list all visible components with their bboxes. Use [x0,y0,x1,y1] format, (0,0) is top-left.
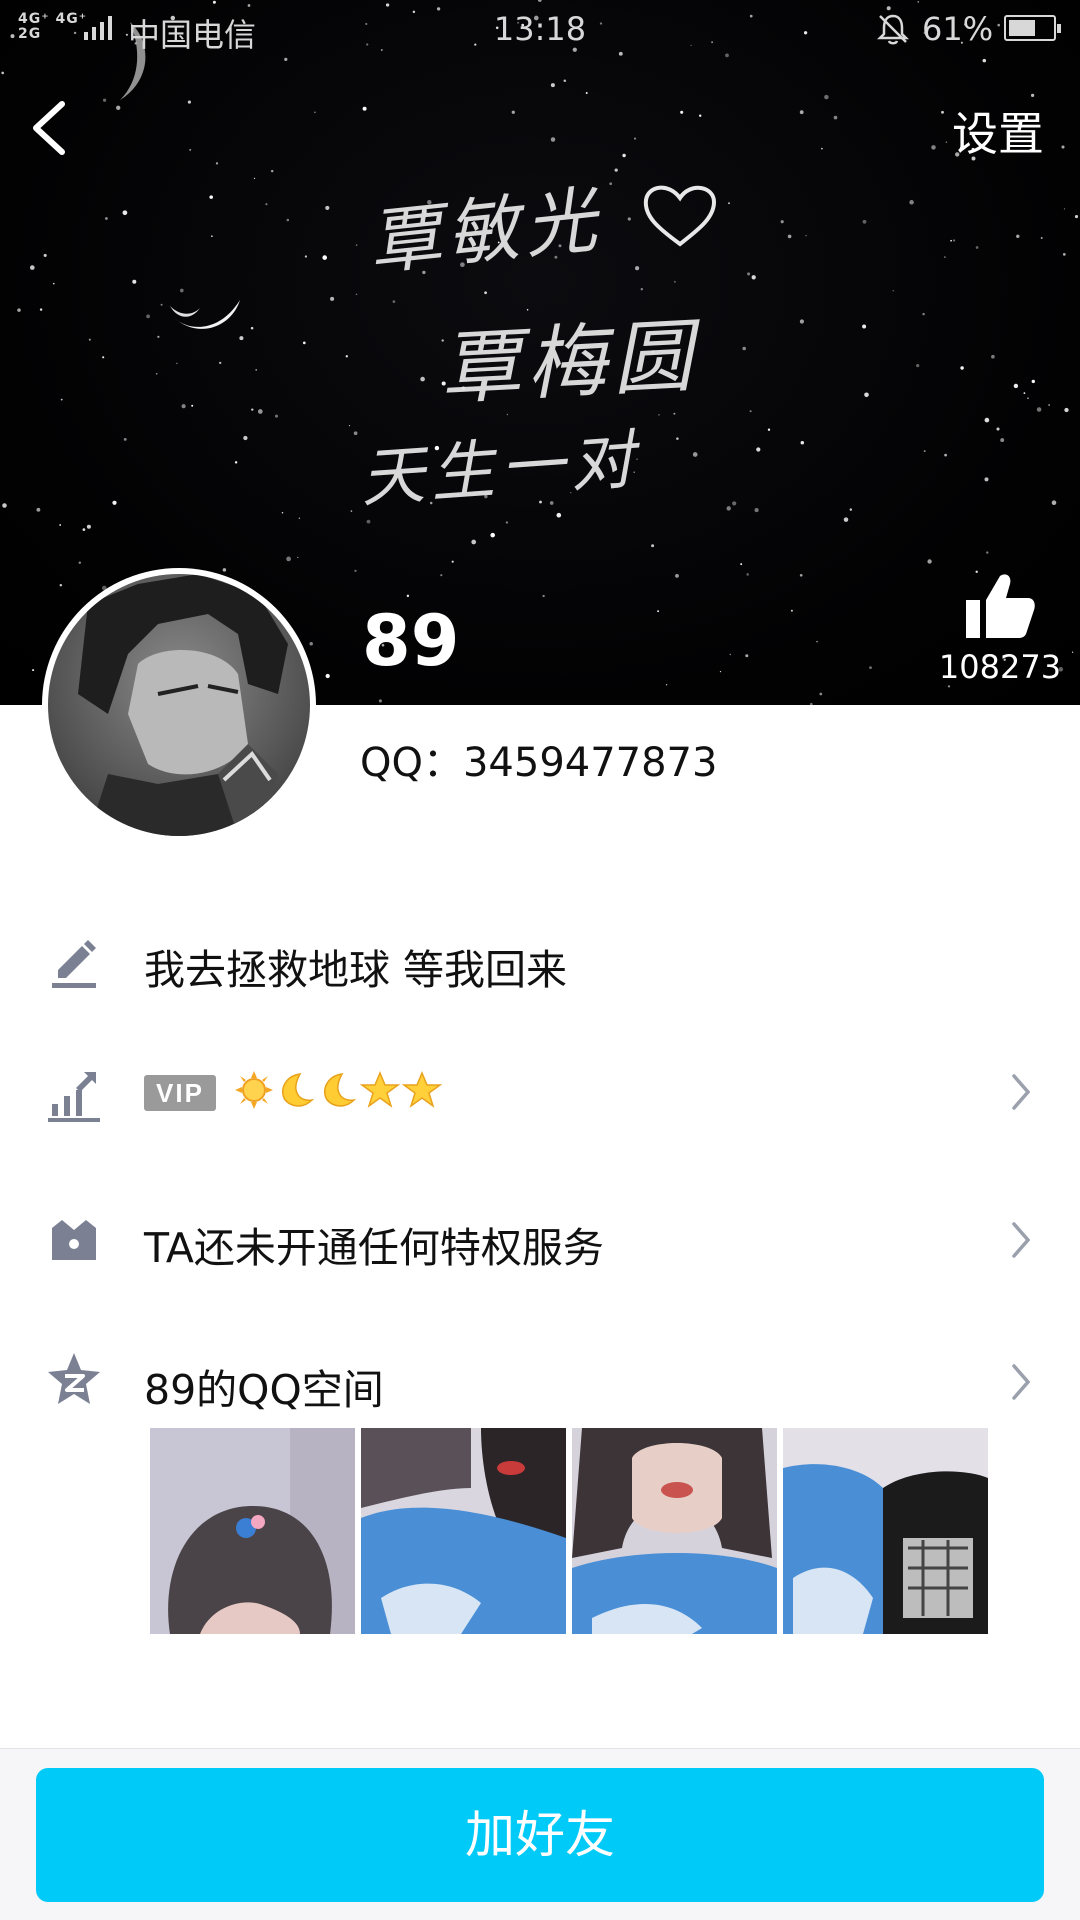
like-button[interactable]: 108273 [930,570,1070,690]
qq-level-icons [234,1070,442,1110]
pencil-icon [52,940,96,988]
star-icon [360,1071,400,1108]
moon-icon [282,1073,315,1107]
clock: 13:18 [493,10,587,48]
cover-text-line: 覃敏光 [364,176,607,285]
qzone-photo[interactable] [150,1428,355,1634]
level-chart-icon [48,1072,100,1122]
bottom-action-bar: 加好友 [0,1748,1080,1920]
battery-percent: 61% [922,10,994,48]
avatar-image [48,574,310,836]
qzone-title: 89的QQ空间 [144,1366,384,1414]
crescent-moon-decoration [170,300,240,329]
battery-icon [1004,15,1061,41]
profile-nickname: 89 [362,600,460,682]
qzone-row[interactable]: 89的QQ空间 [0,1320,1080,1440]
handwritten-cover-text: 覃敏光 覃梅圆 天生一对 [340,150,760,517]
chevron-right-icon [1012,1222,1031,1258]
qzone-photo[interactable] [783,1428,988,1634]
settings-button[interactable]: 设置 [952,98,1044,164]
qzone-photo[interactable] [361,1428,566,1634]
qzone-star-icon [48,1353,100,1404]
cover-text-line: 天生一对 [358,423,643,517]
privilege-row[interactable]: TA还未开通任何特权服务 [0,1178,1080,1298]
moon-icon [324,1073,357,1107]
signature-row: 我去拯救地球 等我回来 [0,900,1080,1020]
chevron-right-icon [1012,1364,1031,1400]
cover-text-line: 覃梅圆 [438,309,701,416]
qzone-photo[interactable] [572,1428,777,1634]
crown-box-icon [52,1220,96,1260]
muted-bell-icon [876,14,910,45]
add-friend-button[interactable]: 加好友 [36,1768,1044,1902]
signature-text: 我去拯救地球 等我回来 [144,946,568,994]
star-icon [402,1071,442,1108]
status-bar: 4G⁺ 4G⁺ 2G 中国电信 13:18 61% [0,0,1080,58]
avatar[interactable] [42,568,316,842]
like-count: 108273 [938,648,1062,686]
heart-icon [643,185,717,247]
chevron-right-icon [1012,1074,1031,1110]
qq-number: QQ：3459477873 [360,740,718,786]
thumbs-up-icon [966,574,1035,638]
qzone-photo-strip [150,1428,990,1634]
privilege-text: TA还未开通任何特权服务 [144,1224,604,1272]
vip-badge: VIP [144,1075,216,1111]
back-chevron-icon[interactable] [22,96,82,160]
sun-icon [235,1071,273,1109]
